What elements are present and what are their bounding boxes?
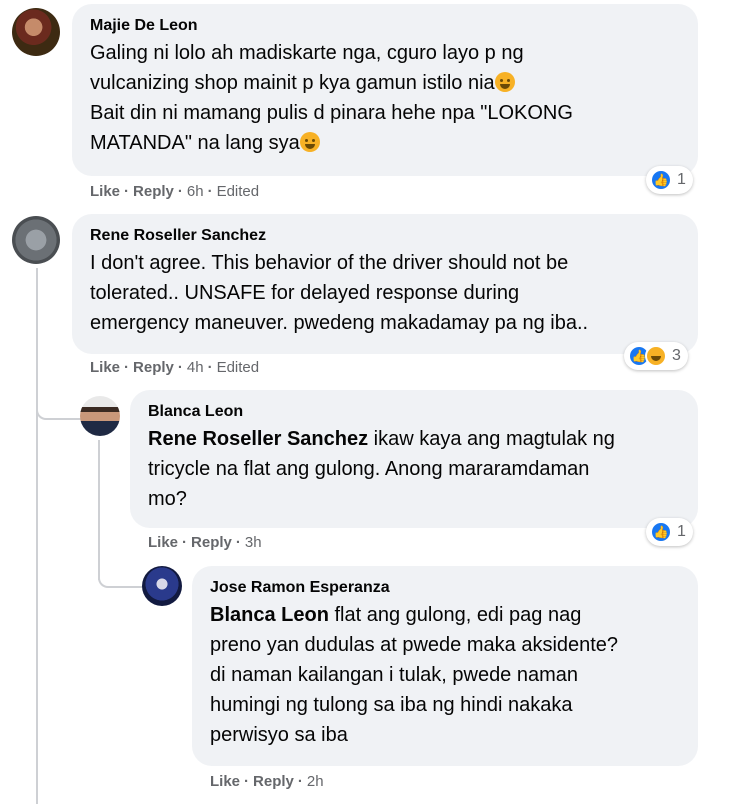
thread-line [36, 268, 38, 804]
edited-label: Edited [216, 183, 260, 200]
thread-elbow-nested [98, 560, 144, 588]
thread-elbow [36, 390, 82, 420]
comment-text: Rene Roseller Sanchez ikaw kaya ang magt… [148, 428, 615, 510]
like-reaction-icon: 👍 [650, 521, 672, 543]
comment-actions: Like · Reply · 4h · Edited [90, 359, 260, 376]
comment-author[interactable]: Blanca Leon [148, 402, 680, 422]
reply-button[interactable]: Reply [191, 534, 232, 551]
comment-actions: Like · Reply · 2h [210, 773, 324, 790]
edited-label: Edited [216, 359, 260, 376]
comment-bubble: Blanca Leon Rene Roseller Sanchez ikaw k… [130, 390, 698, 528]
like-reaction-icon: 👍 [650, 169, 672, 191]
comment-text: Blanca Leon flat ang gulong, edi pag nag… [210, 604, 619, 746]
like-button[interactable]: Like [90, 183, 120, 200]
reply-button[interactable]: Reply [133, 359, 174, 376]
thread-line-nested [98, 440, 100, 580]
avatar[interactable] [12, 8, 60, 56]
timestamp[interactable]: 2h [307, 773, 324, 790]
comment-bubble: Majie De Leon Galing ni lolo ah madiskar… [72, 4, 698, 176]
comment-bubble: Rene Roseller Sanchez I don't agree. Thi… [72, 214, 698, 354]
avatar[interactable] [142, 566, 182, 606]
comment-actions: Like · Reply · 6h · Edited [90, 183, 260, 200]
avatar[interactable] [80, 396, 120, 436]
smile-emoji-icon [494, 72, 515, 92]
timestamp[interactable]: 6h [187, 183, 204, 200]
reply-button[interactable]: Reply [253, 773, 294, 790]
mention-link[interactable]: Rene Roseller Sanchez [148, 428, 368, 450]
reply-button[interactable]: Reply [133, 183, 174, 200]
comment-actions: Like · Reply · 3h [148, 534, 262, 551]
haha-reaction-icon [645, 345, 667, 367]
mention-link[interactable]: Blanca Leon [210, 604, 329, 626]
comment-bubble: Jose Ramon Esperanza Blanca Leon flat an… [192, 566, 698, 766]
like-button[interactable]: Like [210, 773, 240, 790]
reaction-count-badge[interactable]: 👍 3 [624, 342, 688, 370]
like-button[interactable]: Like [148, 534, 178, 551]
timestamp[interactable]: 3h [245, 534, 262, 551]
avatar[interactable] [12, 216, 60, 264]
like-button[interactable]: Like [90, 359, 120, 376]
comment-author[interactable]: Rene Roseller Sanchez [90, 226, 680, 246]
comment-text: Galing ni lolo ah madiskarte nga, cguro … [90, 42, 573, 154]
comment-text: I don't agree. This behavior of the driv… [90, 252, 589, 334]
reaction-count-badge[interactable]: 👍 1 [646, 518, 693, 546]
reaction-count-badge[interactable]: 👍 1 [646, 166, 693, 194]
comment-author[interactable]: Majie De Leon [90, 16, 680, 36]
comment-author[interactable]: Jose Ramon Esperanza [210, 578, 680, 598]
laugh-emoji-icon [299, 132, 320, 152]
timestamp[interactable]: 4h [187, 359, 204, 376]
